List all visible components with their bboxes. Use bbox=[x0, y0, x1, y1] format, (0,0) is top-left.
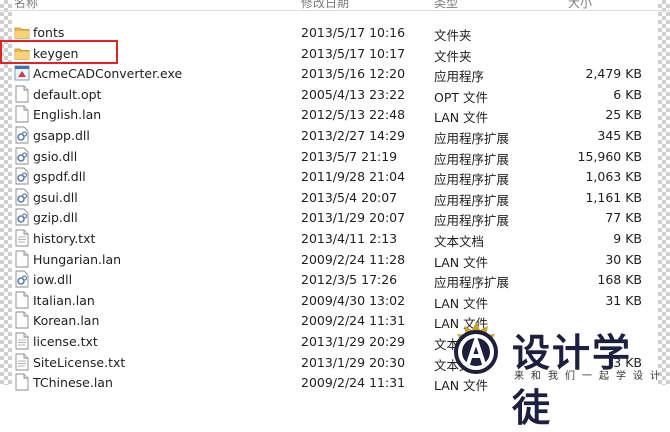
file-row[interactable]: English.lan 2012/5/13 22:48 LAN 文件 25 KB bbox=[0, 104, 670, 125]
file-date: 2012/3/5 17:26 bbox=[301, 272, 398, 288]
file-date: 2009/2/24 11:31 bbox=[301, 313, 406, 329]
file-size: 1,161 KB bbox=[585, 189, 642, 205]
file-row[interactable]: Hungarian.lan 2009/2/24 11:28 LAN 文件 30 KB bbox=[0, 249, 670, 270]
file-row[interactable]: gsui.dll 2013/5/4 20:07 应用程序扩展 1,161 KB bbox=[0, 187, 670, 208]
file-size: 9 KB bbox=[613, 230, 642, 246]
file-size: 6 KB bbox=[613, 86, 642, 102]
file-name: default.opt bbox=[33, 86, 102, 102]
file-type: 文本文档 bbox=[434, 233, 485, 249]
dll-icon bbox=[14, 188, 30, 206]
file-name: gsui.dll bbox=[33, 189, 78, 205]
file-name: AcmeCADConverter.exe bbox=[33, 66, 183, 82]
file-type: LAN 文件 bbox=[434, 295, 489, 311]
file-name: gsio.dll bbox=[33, 148, 78, 164]
file-icon bbox=[14, 291, 30, 309]
header-date[interactable]: 修改日期 bbox=[301, 0, 349, 11]
watermark: 设计学徒 来和我们一起学设计 bbox=[444, 316, 667, 430]
header-size[interactable]: 大小 bbox=[568, 0, 592, 11]
file-row[interactable]: history.txt 2013/4/11 2:13 文本文档 9 KB bbox=[0, 228, 670, 249]
file-size: 15,960 KB bbox=[577, 148, 642, 164]
dll-icon bbox=[14, 147, 30, 165]
column-header[interactable]: 名称 修改日期 类型 大小 bbox=[0, 0, 670, 11]
watermark-logo-icon bbox=[454, 322, 498, 374]
txt-icon bbox=[14, 332, 30, 350]
file-date: 2009/4/30 13:02 bbox=[301, 292, 406, 308]
file-date: 2013/1/29 20:29 bbox=[301, 333, 406, 349]
file-row[interactable]: Italian.lan 2009/4/30 13:02 LAN 文件 31 KB bbox=[0, 290, 670, 311]
file-name: gspdf.dll bbox=[33, 169, 86, 185]
file-date: 2013/5/4 20:07 bbox=[301, 189, 398, 205]
txt-icon bbox=[14, 229, 30, 247]
file-type: 应用程序扩展 bbox=[434, 275, 510, 291]
dll-icon bbox=[14, 167, 30, 185]
dll-icon bbox=[14, 126, 30, 144]
exe-icon bbox=[14, 64, 30, 82]
file-type: LAN 文件 bbox=[434, 110, 489, 126]
file-size: 77 KB bbox=[605, 210, 642, 226]
file-size: 30 KB bbox=[605, 251, 642, 267]
file-size: 1,063 KB bbox=[585, 169, 642, 185]
file-name: Hungarian.lan bbox=[33, 251, 122, 267]
file-date: 2011/9/28 21:04 bbox=[301, 169, 406, 185]
file-name: Italian.lan bbox=[33, 292, 95, 308]
file-date: 2013/1/29 20:07 bbox=[301, 210, 406, 226]
txt-icon bbox=[14, 353, 30, 371]
file-name: fonts bbox=[33, 25, 65, 40]
file-date: 2013/5/17 10:16 bbox=[301, 25, 406, 40]
file-row[interactable]: iow.dll 2012/3/5 17:26 应用程序扩展 168 KB bbox=[0, 269, 670, 290]
file-icon bbox=[14, 373, 30, 391]
file-size: 345 KB bbox=[597, 127, 642, 143]
file-date: 2013/1/29 20:30 bbox=[301, 354, 406, 370]
file-date: 2012/5/13 22:48 bbox=[301, 107, 406, 123]
file-icon bbox=[14, 105, 30, 123]
file-size: 168 KB bbox=[597, 272, 642, 288]
file-date: 2009/2/24 11:31 bbox=[301, 375, 406, 391]
folder-icon bbox=[14, 23, 30, 41]
file-row[interactable]: gzip.dll 2013/1/29 20:07 应用程序扩展 77 KB bbox=[0, 207, 670, 228]
dll-icon bbox=[14, 208, 30, 226]
file-name: gsapp.dll bbox=[33, 127, 90, 143]
file-date: 2013/4/11 2:13 bbox=[301, 230, 398, 246]
file-name: history.txt bbox=[33, 230, 96, 246]
file-icon bbox=[14, 250, 30, 268]
file-type: LAN 文件 bbox=[434, 254, 489, 270]
file-size: 2,479 KB bbox=[585, 66, 642, 82]
file-type: 文件夹 bbox=[434, 48, 472, 64]
file-row[interactable]: AcmeCADConverter.exe 2013/5/16 12:20 应用程序 2… bbox=[0, 63, 670, 84]
file-row[interactable]: default.opt 2005/4/13 23:22 OPT 文件 6 KB bbox=[0, 84, 670, 105]
watermark-subtitle: 来和我们一起学设计 bbox=[514, 371, 667, 382]
file-row[interactable]: gspdf.dll 2011/9/28 21:04 应用程序扩展 1,063 KB bbox=[0, 166, 670, 187]
file-name: license.txt bbox=[33, 333, 98, 349]
file-name: iow.dll bbox=[33, 272, 73, 288]
file-type: 应用程序扩展 bbox=[434, 151, 510, 167]
header-name[interactable]: 名称 bbox=[14, 0, 38, 11]
file-date: 2013/2/27 14:29 bbox=[301, 127, 406, 143]
file-date: 2005/4/13 23:22 bbox=[301, 86, 406, 102]
file-size: 25 KB bbox=[605, 107, 642, 123]
highlight-box bbox=[0, 40, 118, 64]
file-type: 应用程序扩展 bbox=[434, 192, 510, 208]
file-type: 应用程序扩展 bbox=[434, 172, 510, 188]
file-date: 2013/5/7 21:19 bbox=[301, 148, 398, 164]
file-date: 2009/2/24 11:28 bbox=[301, 251, 406, 267]
file-type: 应用程序扩展 bbox=[434, 130, 510, 146]
file-icon bbox=[14, 85, 30, 103]
file-date: 2013/5/17 10:17 bbox=[301, 45, 406, 61]
file-row[interactable]: gsapp.dll 2013/2/27 14:29 应用程序扩展 345 KB bbox=[0, 125, 670, 146]
file-size: 31 KB bbox=[605, 292, 642, 308]
file-name: TChinese.lan bbox=[33, 375, 113, 391]
file-name: Korean.lan bbox=[33, 313, 100, 329]
dll-icon bbox=[14, 270, 30, 288]
file-date: 2013/5/16 12:20 bbox=[301, 66, 406, 82]
file-type: 文件夹 bbox=[434, 28, 472, 43]
header-type[interactable]: 类型 bbox=[434, 0, 458, 11]
file-type: 应用程序扩展 bbox=[434, 213, 510, 229]
file-name: gzip.dll bbox=[33, 210, 78, 226]
file-name: SiteLicense.txt bbox=[33, 354, 126, 370]
file-name: English.lan bbox=[33, 107, 102, 123]
file-icon bbox=[14, 311, 30, 329]
file-type: OPT 文件 bbox=[434, 89, 488, 105]
file-row[interactable]: gsio.dll 2013/5/7 21:19 应用程序扩展 15,960 KB bbox=[0, 146, 670, 167]
file-type: 应用程序 bbox=[434, 69, 485, 85]
